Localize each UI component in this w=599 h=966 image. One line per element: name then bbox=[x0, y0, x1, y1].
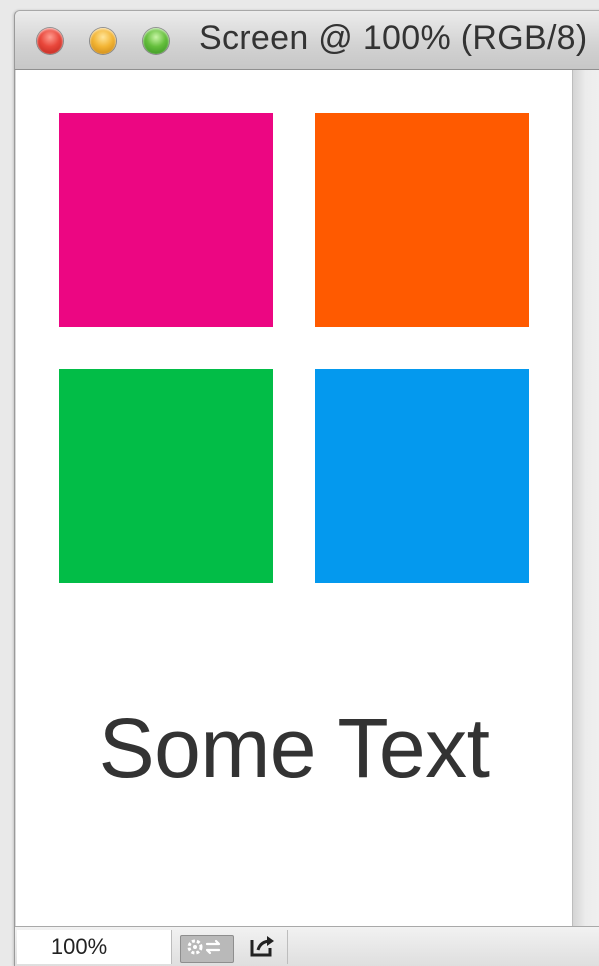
status-divider bbox=[287, 930, 288, 964]
zoom-level-field[interactable]: 100% bbox=[17, 930, 172, 964]
share-button[interactable] bbox=[245, 935, 281, 961]
minimize-button[interactable] bbox=[90, 28, 116, 54]
document-canvas[interactable]: Some Text bbox=[16, 70, 573, 926]
document-window: Screen @ 100% (RGB/8) Some Text 100% bbox=[14, 10, 599, 966]
green-square bbox=[59, 369, 273, 583]
close-button[interactable] bbox=[37, 28, 63, 54]
orange-square bbox=[315, 113, 529, 327]
title-bar[interactable]: Screen @ 100% (RGB/8) bbox=[15, 11, 599, 70]
status-bar: 100% bbox=[15, 926, 599, 966]
canvas-text-layer: Some Text bbox=[98, 701, 490, 795]
pink-square bbox=[59, 113, 273, 327]
vertical-scrollbar[interactable] bbox=[573, 70, 599, 926]
document-info-icon bbox=[185, 937, 229, 962]
blue-square bbox=[315, 369, 529, 583]
window-title: Screen @ 100% (RGB/8) bbox=[199, 19, 588, 57]
document-info-button[interactable] bbox=[180, 935, 234, 963]
share-icon bbox=[248, 934, 278, 963]
zoom-button[interactable] bbox=[143, 28, 169, 54]
